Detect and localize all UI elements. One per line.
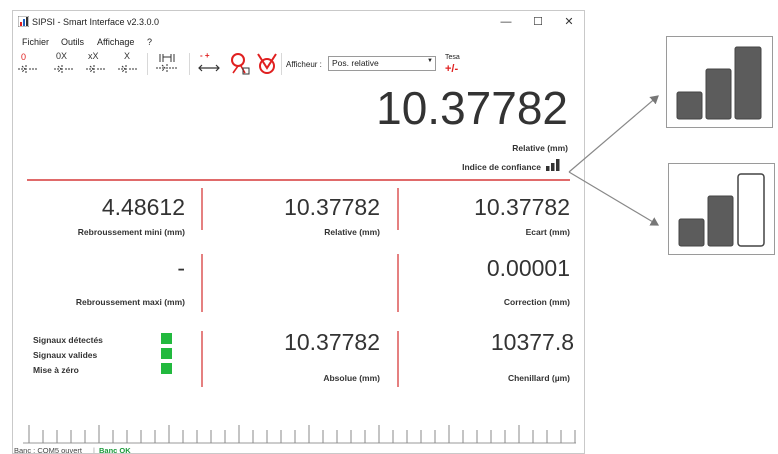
callout-arrows — [568, 95, 660, 226]
